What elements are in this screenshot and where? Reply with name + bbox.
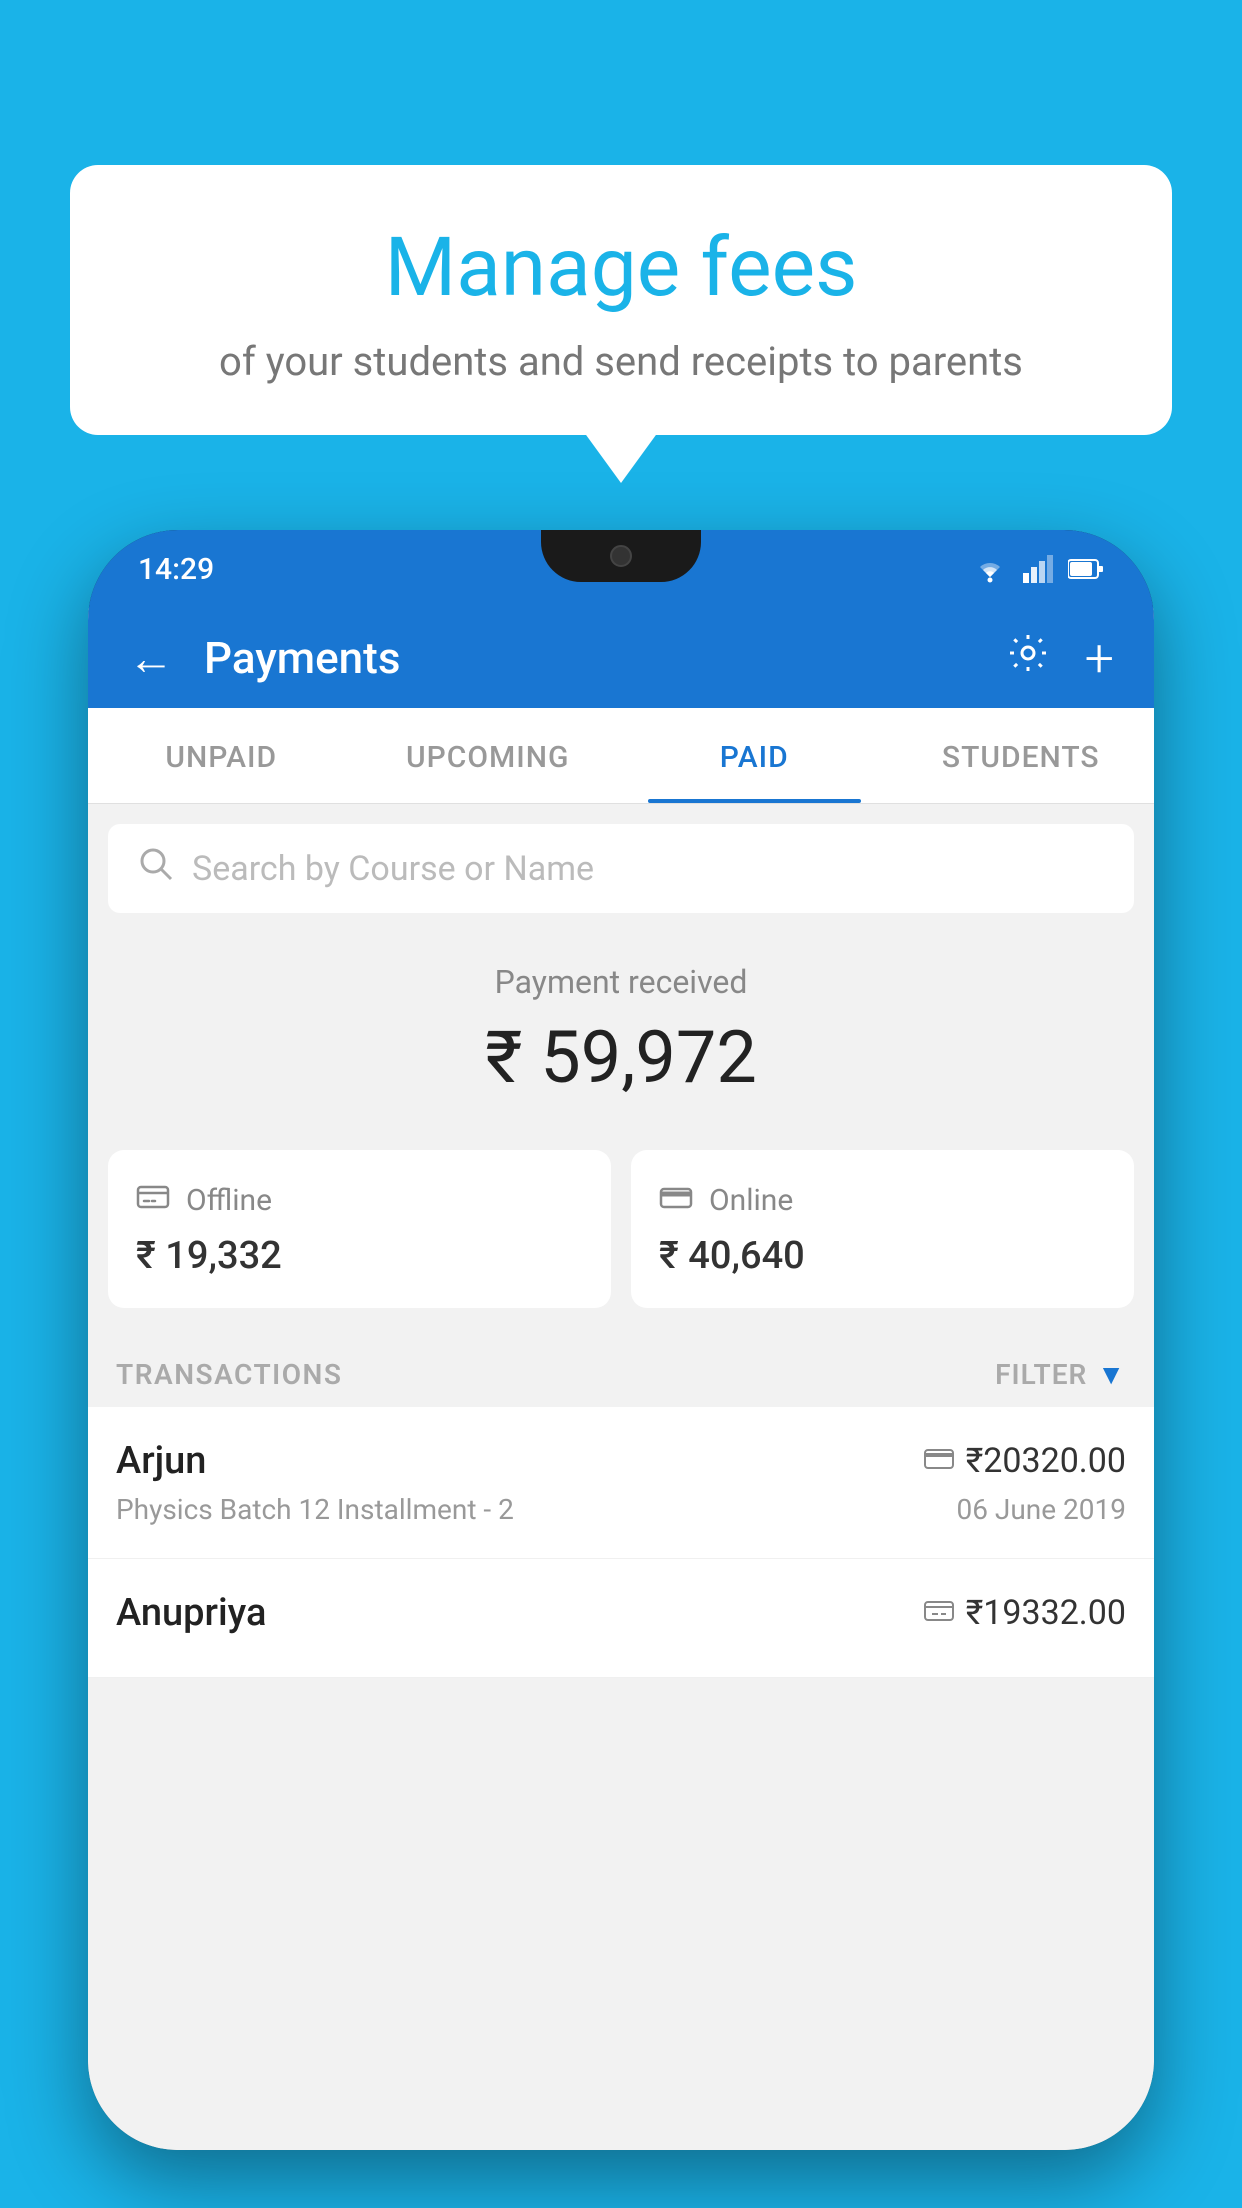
app-header: ← Payments +	[88, 608, 1154, 708]
speech-bubble: Manage fees of your students and send re…	[70, 165, 1172, 435]
transaction-name: Anupriya	[116, 1591, 266, 1635]
add-icon[interactable]: +	[1085, 628, 1114, 689]
bubble-title: Manage fees	[130, 220, 1112, 316]
payment-received-label: Payment received	[118, 963, 1124, 1001]
tab-upcoming[interactable]: UPCOMING	[355, 708, 622, 803]
filter-button[interactable]: FILTER ▼	[995, 1358, 1126, 1391]
status-icons	[972, 555, 1104, 583]
wifi-icon	[972, 555, 1008, 583]
phone-notch	[541, 530, 701, 582]
search-placeholder: Search by Course or Name	[192, 849, 594, 889]
back-button[interactable]: ←	[128, 631, 174, 686]
phone-wrapper: 14:29	[88, 530, 1154, 2208]
signal-icon	[1023, 555, 1053, 583]
card-payment-icon	[924, 1444, 954, 1479]
filter-label: FILTER	[995, 1358, 1087, 1391]
tabs: UNPAID UPCOMING PAID STUDENTS	[88, 708, 1154, 804]
filter-icon: ▼	[1097, 1358, 1126, 1391]
transaction-amount: ₹20320.00	[966, 1441, 1126, 1481]
online-amount: ₹ 40,640	[659, 1234, 1106, 1278]
bubble-subtitle: of your students and send receipts to pa…	[130, 338, 1112, 385]
search-icon	[138, 846, 174, 891]
tab-paid[interactable]: PAID	[621, 708, 888, 803]
payment-cards: Offline ₹ 19,332 Online	[88, 1130, 1154, 1338]
transactions-header: TRANSACTIONS FILTER ▼	[88, 1338, 1154, 1407]
cash-payment-icon	[924, 1596, 954, 1631]
header-title: Payments	[204, 632, 1006, 684]
online-icon	[659, 1180, 693, 1220]
transaction-amount: ₹19332.00	[966, 1593, 1126, 1633]
online-label: Online	[709, 1183, 793, 1218]
transaction-row[interactable]: Arjun ₹20320.00 Physics	[88, 1407, 1154, 1559]
transaction-desc: Physics Batch 12 Installment - 2	[116, 1493, 514, 1526]
phone: 14:29	[88, 530, 1154, 2150]
status-time: 14:29	[138, 552, 214, 587]
battery-icon	[1068, 557, 1104, 581]
transactions-label: TRANSACTIONS	[116, 1358, 342, 1391]
transaction-name: Arjun	[116, 1439, 206, 1483]
camera	[610, 545, 632, 567]
transaction-date: 06 June 2019	[956, 1493, 1126, 1526]
offline-icon	[136, 1180, 170, 1220]
tab-unpaid[interactable]: UNPAID	[88, 708, 355, 803]
tab-students[interactable]: STUDENTS	[888, 708, 1155, 803]
offline-card: Offline ₹ 19,332	[108, 1150, 611, 1308]
transaction-row[interactable]: Anupriya ₹19332.00	[88, 1559, 1154, 1678]
payment-received-section: Payment received ₹ 59,972	[88, 913, 1154, 1130]
offline-amount: ₹ 19,332	[136, 1234, 583, 1278]
phone-screen: ← Payments + UNPAID UPCOMING PAID	[88, 608, 1154, 2150]
search-bar[interactable]: Search by Course or Name	[108, 824, 1134, 913]
header-actions: +	[1006, 628, 1114, 689]
offline-label: Offline	[186, 1183, 272, 1218]
main-content: Search by Course or Name Payment receive…	[88, 804, 1154, 2150]
online-card: Online ₹ 40,640	[631, 1150, 1134, 1308]
payment-received-amount: ₹ 59,972	[118, 1015, 1124, 1100]
settings-icon[interactable]	[1006, 631, 1050, 686]
